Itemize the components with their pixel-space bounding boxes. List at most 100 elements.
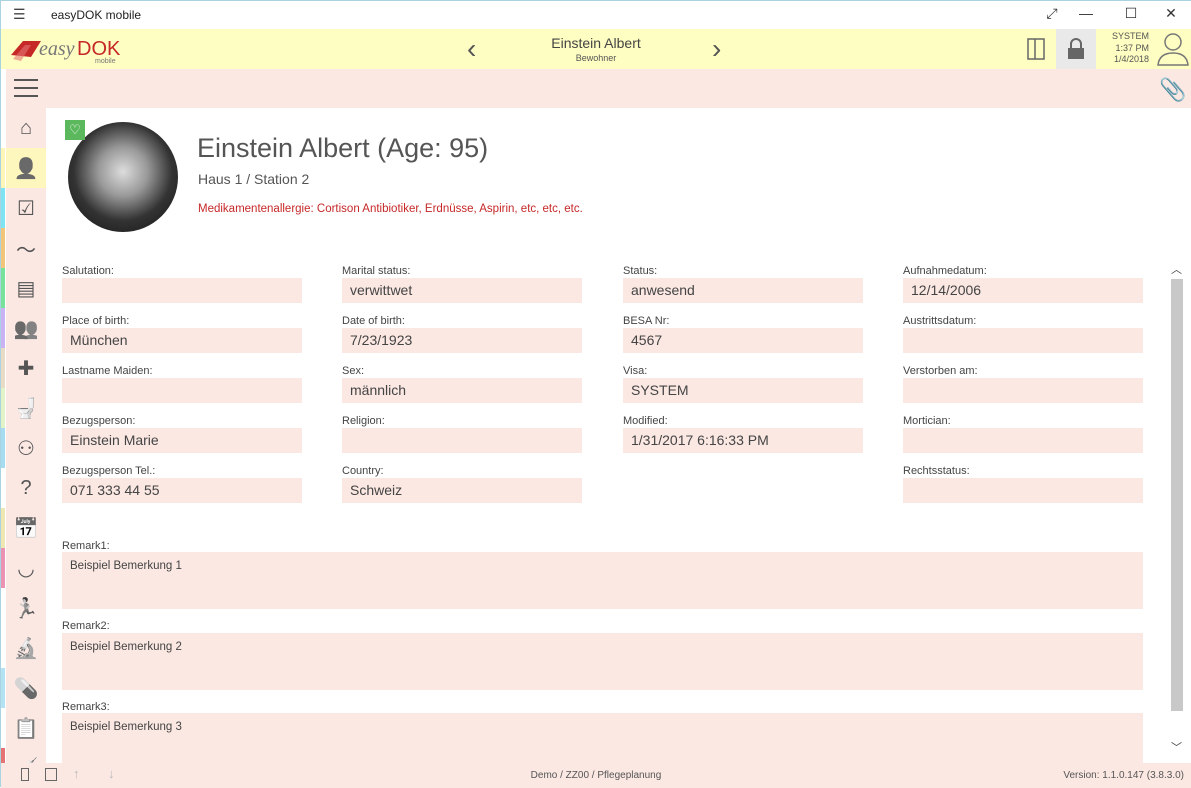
patient-location: Haus 1 / Station 2 bbox=[198, 171, 309, 187]
next-patient-button[interactable]: › bbox=[712, 33, 721, 65]
field-input[interactable]: SYSTEM bbox=[623, 378, 863, 403]
remark-textarea[interactable]: Beispiel Bemerkung 1 bbox=[62, 552, 1143, 609]
download-icon[interactable]: ↓ bbox=[108, 766, 115, 781]
fullscreen-button[interactable]: ⤢ bbox=[1037, 5, 1067, 25]
sidebar-item-meeting[interactable]: ⚇ bbox=[6, 428, 46, 468]
app-menu-icon[interactable]: ☰ bbox=[13, 6, 26, 23]
field-input[interactable]: München bbox=[62, 328, 302, 353]
category-color-strip bbox=[1, 348, 5, 388]
field-input[interactable] bbox=[903, 428, 1143, 453]
remark-label: Remark2: bbox=[62, 620, 110, 632]
sidebar-item-checklist[interactable]: ☑ bbox=[6, 188, 46, 228]
header-patient-role: Bewohner bbox=[521, 53, 671, 63]
field-label: Country: bbox=[342, 465, 384, 477]
field-label: Aufnahmedatum: bbox=[903, 265, 987, 277]
lock-button[interactable] bbox=[1056, 29, 1096, 69]
category-color-strip bbox=[1, 308, 5, 348]
sidebar-item-diaper[interactable]: ◡ bbox=[6, 548, 46, 588]
remark-label: Remark3: bbox=[62, 701, 110, 713]
attachment-icon[interactable]: 📎 bbox=[1159, 77, 1186, 103]
field-input[interactable] bbox=[903, 328, 1143, 353]
scrollbar-thumb[interactable] bbox=[1171, 279, 1183, 711]
door-exit-icon[interactable] bbox=[1026, 37, 1046, 66]
remark-textarea[interactable]: Beispiel Bemerkung 3 bbox=[62, 713, 1143, 763]
sidebar-item-vitals[interactable]: 〜 bbox=[6, 228, 46, 268]
field-label: BESA Nr: bbox=[623, 315, 669, 327]
sidebar-item-patient[interactable]: 👤 bbox=[6, 148, 46, 188]
sidebar-item-document[interactable]: ▤ bbox=[6, 268, 46, 308]
field-label: Date of birth: bbox=[342, 315, 405, 327]
menu-icon[interactable] bbox=[14, 76, 38, 103]
sidebar-item-calendar[interactable]: 📅 bbox=[6, 508, 46, 548]
field-input[interactable]: 1/31/2017 6:16:33 PM bbox=[623, 428, 863, 453]
diaper-icon: ◡ bbox=[17, 556, 34, 581]
field-input[interactable]: 4567 bbox=[623, 328, 863, 353]
title-bar: ☰ easyDOK mobile ⤢ — ☐ ✕ bbox=[1, 1, 1191, 29]
vitals-icon: 〜 bbox=[16, 234, 36, 263]
field-input[interactable] bbox=[903, 478, 1143, 503]
sidebar-item-pill[interactable]: 💊 bbox=[6, 668, 46, 708]
field-label: Salutation: bbox=[62, 265, 114, 277]
field-label: Sex: bbox=[342, 365, 364, 377]
app-header: easy DOK mobile ‹ Einstein Albert Bewohn… bbox=[1, 29, 1191, 69]
help-icon: ? bbox=[20, 477, 31, 500]
user-name: SYSTEM bbox=[1097, 31, 1149, 43]
field-input[interactable]: verwittwet bbox=[342, 278, 582, 303]
device-icon[interactable] bbox=[21, 768, 29, 781]
sidebar-item-toilet[interactable]: 🚽 bbox=[6, 388, 46, 428]
current-time: 1:37 PM bbox=[1097, 43, 1149, 55]
field-label: Visa: bbox=[623, 365, 647, 377]
field-input[interactable]: Schweiz bbox=[342, 478, 582, 503]
field-input[interactable] bbox=[62, 378, 302, 403]
scroll-up-icon[interactable]: ︿ bbox=[1171, 261, 1182, 277]
sidebar-item-help[interactable]: ? bbox=[6, 468, 46, 508]
field-label: Bezugsperson Tel.: bbox=[62, 465, 155, 477]
sidebar-item-bandage[interactable]: ✚ bbox=[6, 348, 46, 388]
status-bar: ↑ ↓ Demo / ZZ00 / Pflegeplanung Version:… bbox=[1, 763, 1191, 788]
sidebar-item-group[interactable]: 👥 bbox=[6, 308, 46, 348]
field-label: Modified: bbox=[623, 415, 668, 427]
sidebar-item-microscope[interactable]: 🔬 bbox=[6, 628, 46, 668]
svg-text:mobile: mobile bbox=[95, 58, 116, 65]
scroll-down-icon[interactable]: ﹀ bbox=[1171, 739, 1182, 755]
bandage-icon: ✚ bbox=[18, 356, 35, 381]
field-input[interactable]: 12/14/2006 bbox=[903, 278, 1143, 303]
field-input[interactable]: 7/23/1923 bbox=[342, 328, 582, 353]
field-label: Bezugsperson: bbox=[62, 415, 135, 427]
field-label: Religion: bbox=[342, 415, 385, 427]
previous-patient-button[interactable]: ‹ bbox=[467, 33, 476, 65]
microscope-icon: 🔬 bbox=[14, 636, 39, 661]
category-color-strip bbox=[1, 548, 5, 588]
category-color-strip bbox=[1, 668, 5, 708]
sidebar-item-fall[interactable]: 🏃 bbox=[6, 588, 46, 628]
category-color-strip bbox=[1, 428, 5, 468]
remark-textarea[interactable]: Beispiel Bemerkung 2 bbox=[62, 633, 1143, 690]
pill-icon: 💊 bbox=[14, 676, 39, 701]
window-title: easyDOK mobile bbox=[51, 8, 141, 22]
field-label: Lastname Maiden: bbox=[62, 365, 153, 377]
checklist-icon: ☑ bbox=[17, 196, 35, 221]
field-input[interactable]: männlich bbox=[342, 378, 582, 403]
upload-icon[interactable]: ↑ bbox=[73, 766, 80, 781]
user-avatar-icon[interactable] bbox=[1156, 31, 1190, 72]
field-input[interactable] bbox=[342, 428, 582, 453]
field-input[interactable]: 071 333 44 55 bbox=[62, 478, 302, 503]
sidebar: ⌂👤☑〜▤👥✚🚽⚇?📅◡🏃🔬💊📋💉 bbox=[6, 108, 46, 763]
maximize-button[interactable]: ☐ bbox=[1116, 5, 1146, 25]
close-button[interactable]: ✕ bbox=[1156, 5, 1186, 25]
devices-icon[interactable] bbox=[45, 768, 57, 781]
allergy-warning: Medikamentenallergie: Cortison Antibioti… bbox=[198, 203, 583, 215]
minimize-button[interactable]: — bbox=[1071, 5, 1101, 25]
field-input[interactable] bbox=[62, 278, 302, 303]
field-input[interactable]: Einstein Marie bbox=[62, 428, 302, 453]
field-label: Status: bbox=[623, 265, 657, 277]
patient-title: Einstein Albert (Age: 95) bbox=[197, 133, 488, 164]
home-icon: ⌂ bbox=[20, 117, 32, 140]
sidebar-item-home[interactable]: ⌂ bbox=[6, 108, 46, 148]
field-input[interactable]: anwesend bbox=[623, 278, 863, 303]
group-icon: 👥 bbox=[14, 316, 39, 341]
category-color-strip bbox=[1, 268, 5, 308]
sidebar-item-clipboard[interactable]: 📋 bbox=[6, 708, 46, 748]
category-color-strip bbox=[1, 508, 5, 548]
field-input[interactable] bbox=[903, 378, 1143, 403]
